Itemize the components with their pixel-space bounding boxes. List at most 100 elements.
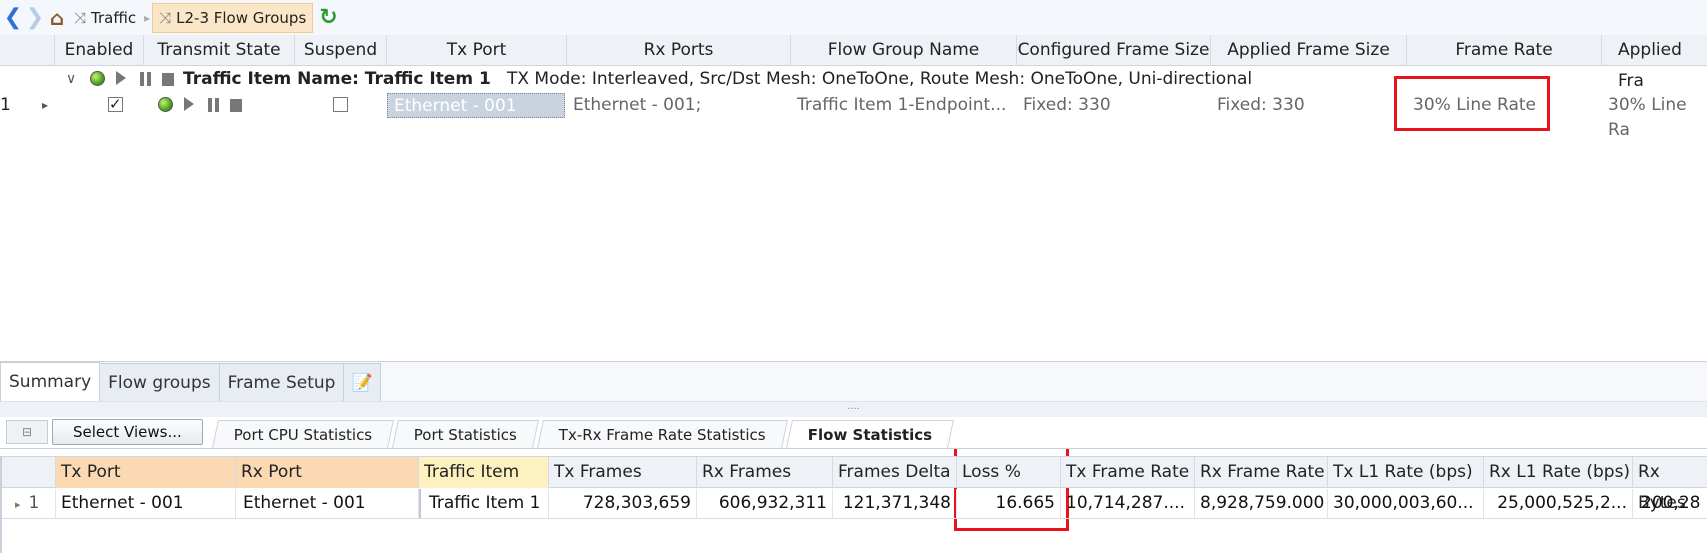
suspend-checkbox[interactable] xyxy=(333,97,348,112)
home-icon[interactable]: ⌂ xyxy=(46,5,68,31)
column-header-traffic-item[interactable]: Traffic Item xyxy=(419,457,549,488)
column-header-transmit-state[interactable]: Transmit State xyxy=(144,35,295,66)
column-header-rx-frame-rate[interactable]: Rx Frame Rate xyxy=(1195,457,1328,488)
flow-statistics-header: Tx Port Rx Port Traffic Item Tx Frames R… xyxy=(0,456,1707,513)
column-header-rx-port[interactable]: Rx Port xyxy=(236,457,419,488)
tx-l1-rate-cell: 30,000,003,60... xyxy=(1328,489,1484,518)
tab-tx-rx-frame-rate-statistics[interactable]: Tx-Rx Frame Rate Statistics xyxy=(537,420,788,448)
tx-frames-cell: 728,303,659 xyxy=(549,489,697,518)
row-expand-icon[interactable]: ▸ xyxy=(42,93,48,118)
rx-frames-cell: 606,932,311 xyxy=(697,489,833,518)
notes-icon[interactable]: 📝 xyxy=(343,363,382,401)
flow-group-name-cell[interactable]: Traffic Item 1-Endpoint... xyxy=(791,93,1017,118)
stats-row-number-header xyxy=(4,457,56,488)
row-number: 1 ▸ xyxy=(0,93,55,118)
traffic-item-cell: Traffic Item 1 xyxy=(419,489,549,518)
row-expand-icon[interactable]: ▸ xyxy=(15,498,21,511)
forward-arrow-icon[interactable]: ❯ xyxy=(24,5,46,31)
back-arrow-icon[interactable]: ❮ xyxy=(2,5,24,31)
tab-label: Flow Statistics xyxy=(807,426,932,444)
tx-port-cell: Ethernet - 001 xyxy=(56,489,236,518)
tx-port-cell[interactable]: Ethernet - 001 xyxy=(387,93,565,118)
tab-label: Port Statistics xyxy=(413,426,517,444)
stats-row-number: ▸ 1 xyxy=(4,489,56,518)
pause-icon[interactable] xyxy=(139,72,151,86)
column-header-frame-rate[interactable]: Frame Rate xyxy=(1407,35,1602,66)
enabled-checkbox[interactable] xyxy=(108,92,123,117)
tab-flow-statistics[interactable]: Flow Statistics xyxy=(785,420,955,448)
column-header-rx-frames[interactable]: Rx Frames xyxy=(697,457,833,488)
column-header-rx-l1-rate[interactable]: Rx L1 Rate (bps) xyxy=(1484,457,1633,488)
column-header-frames-delta[interactable]: Frames Delta xyxy=(833,457,957,488)
column-header-applied-frame-size[interactable]: Applied Frame Size xyxy=(1211,35,1407,66)
column-header-suspend[interactable]: Suspend xyxy=(295,35,387,66)
column-header-tx-frame-rate[interactable]: Tx Frame Rate xyxy=(1061,457,1195,488)
column-header-tx-l1-rate[interactable]: Tx L1 Rate (bps) xyxy=(1328,457,1484,488)
column-header-rx-ports[interactable]: Rx Ports xyxy=(567,35,791,66)
play-icon[interactable] xyxy=(116,71,127,85)
flow-groups-header: Enabled Transmit State Suspend Tx Port R… xyxy=(0,35,1707,91)
rx-ports-cell[interactable]: Ethernet - 001; xyxy=(567,93,791,118)
configured-frame-size-cell[interactable]: Fixed: 330 xyxy=(1017,93,1211,118)
breadcrumb-label: L2-3 Flow Groups xyxy=(176,8,307,27)
stop-icon[interactable] xyxy=(162,73,175,86)
tab-label: Port CPU Statistics xyxy=(233,426,372,444)
pause-icon[interactable] xyxy=(207,98,219,112)
breadcrumb-separator-icon: ▸ xyxy=(144,10,151,25)
breadcrumb-bar: ❮ ❯ ⌂ ⤨ Traffic ▸ ⤨ L2-3 Flow Groups ↻ xyxy=(0,0,1707,36)
traffic-item-title: Traffic Item Name: Traffic Item 1 xyxy=(183,69,491,89)
column-header-loss-percent[interactable]: Loss % xyxy=(957,457,1061,488)
refresh-icon[interactable]: ↻ xyxy=(319,5,337,30)
rx-port-cell: Ethernet - 001 xyxy=(236,489,419,518)
applied-frame-rate-cell[interactable]: 30% Line Ra xyxy=(1602,93,1707,140)
shuffle-icon: ⤨ xyxy=(159,8,172,27)
tab-flow-groups[interactable]: Flow groups xyxy=(99,363,220,401)
stop-icon[interactable] xyxy=(230,99,243,112)
play-icon[interactable] xyxy=(184,97,195,111)
rx-frame-rate-cell: 8,928,759.000 xyxy=(1195,489,1328,518)
rx-bytes-cell: 200,28 xyxy=(1641,493,1701,513)
breadcrumb-traffic[interactable]: ⤨ Traffic xyxy=(68,3,142,33)
suspend-cell xyxy=(333,93,363,118)
row-number-label: 1 xyxy=(28,493,40,513)
select-views-button[interactable]: Select Views... xyxy=(52,419,203,445)
loss-percent-cell: 16.665 xyxy=(957,489,1061,518)
tab-label: Tx-Rx Frame Rate Statistics xyxy=(558,426,766,444)
statistics-view-tabs: ⊟ Select Views... Port CPU Statistics Po… xyxy=(0,417,1707,449)
collapse-chevron-icon[interactable]: ∨ xyxy=(66,66,76,93)
column-header-rx-bytes[interactable]: Rx Bytes xyxy=(1633,457,1707,513)
tab-port-cpu-statistics[interactable]: Port CPU Statistics xyxy=(211,420,395,448)
row-number-label: 1 xyxy=(0,95,11,115)
column-header-tx-frames[interactable]: Tx Frames xyxy=(549,457,697,488)
frame-rate-highlight xyxy=(1394,76,1550,131)
status-running-icon xyxy=(90,71,105,86)
column-header-tx-port[interactable]: Tx Port xyxy=(56,457,236,488)
flow-statistics-row[interactable]: ▸ 1 Ethernet - 001 Ethernet - 001 Traffic… xyxy=(0,489,1707,519)
tx-frame-rate-cell: 10,714,287.... xyxy=(1061,489,1195,518)
column-header-configured-frame-size[interactable]: Configured Frame Size xyxy=(1017,35,1211,66)
splitter-grip: .... xyxy=(847,401,860,412)
splitter-handle[interactable]: .... xyxy=(0,401,1707,417)
traffic-item-status-icons xyxy=(90,66,175,93)
shuffle-icon: ⤨ xyxy=(74,8,87,27)
detail-tabs: Summary Flow groups Frame Setup 📝 xyxy=(0,361,1707,401)
traffic-item-details: TX Mode: Interleaved, Src/Dst Mesh: OneT… xyxy=(507,69,1253,89)
applied-frame-size-cell[interactable]: Fixed: 330 xyxy=(1211,93,1407,118)
tab-frame-setup[interactable]: Frame Setup xyxy=(218,363,345,401)
transmit-state-cell xyxy=(158,93,278,118)
frames-delta-cell: 121,371,348 xyxy=(833,489,957,518)
row-number-header xyxy=(0,35,55,66)
rx-l1-rate-cell: 25,000,525,2... xyxy=(1484,489,1633,518)
column-header-flow-group-name[interactable]: Flow Group Name xyxy=(791,35,1017,66)
status-running-icon xyxy=(158,97,173,112)
stats-grid-left-border xyxy=(0,456,4,553)
tab-port-statistics[interactable]: Port Statistics xyxy=(392,420,540,448)
pin-icon[interactable]: ⊟ xyxy=(6,420,48,444)
tab-summary[interactable]: Summary xyxy=(0,362,101,401)
column-header-enabled[interactable]: Enabled xyxy=(55,35,144,66)
column-header-applied-frame-rate[interactable]: Applied Fra xyxy=(1602,35,1707,91)
breadcrumb-label: Traffic xyxy=(91,8,137,27)
enabled-cell xyxy=(108,92,138,118)
breadcrumb-flow-groups[interactable]: ⤨ L2-3 Flow Groups xyxy=(152,2,314,33)
column-header-tx-port[interactable]: Tx Port xyxy=(387,35,567,66)
